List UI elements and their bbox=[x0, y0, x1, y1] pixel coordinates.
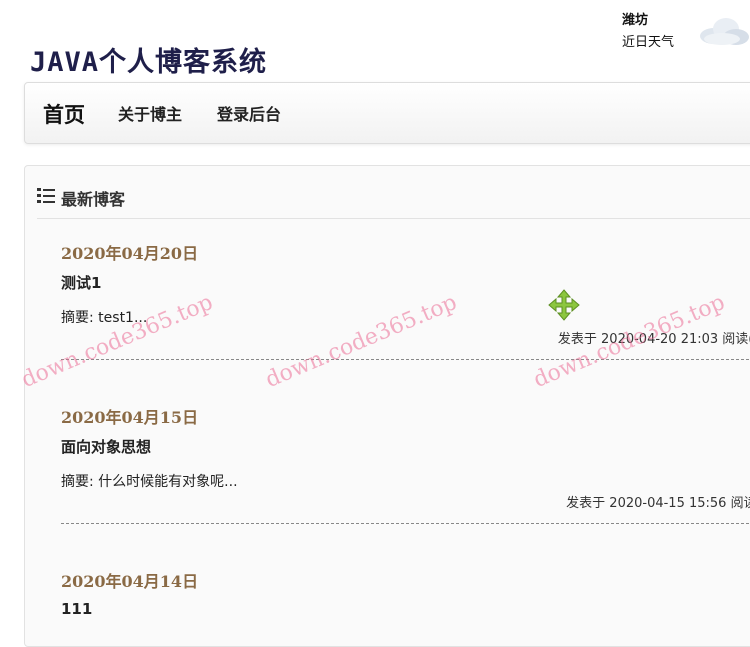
post-date: 2020年04月20日 bbox=[61, 244, 199, 263]
site-logo[interactable]: JAVA个人博客系统 bbox=[30, 40, 267, 79]
post-summary: 摘要: test1... bbox=[61, 310, 148, 326]
blog-entry: 2020年04月14日 111 bbox=[61, 568, 750, 618]
nav-home[interactable]: 首页 bbox=[43, 99, 85, 129]
entry-separator bbox=[61, 359, 750, 360]
post-meta: 发表于 2020-04-15 15:56 阅读(4) bbox=[566, 496, 750, 511]
weather-widget: 潍坊 近日天气 bbox=[622, 10, 674, 54]
move-cursor-icon bbox=[548, 289, 580, 321]
latest-blogs-panel: 最新博客 2020年04月20日 测试1 摘要: test1... 发表于 20… bbox=[24, 165, 750, 647]
post-date: 2020年04月14日 bbox=[61, 572, 199, 591]
entry-separator bbox=[61, 523, 750, 524]
panel-header: 最新博客 bbox=[37, 184, 750, 219]
post-date: 2020年04月15日 bbox=[61, 408, 199, 427]
panel-title: 最新博客 bbox=[61, 190, 126, 209]
post-title[interactable]: 测试1 bbox=[61, 272, 750, 293]
post-title[interactable]: 面向对象思想 bbox=[61, 436, 750, 457]
blog-entry: 2020年04月15日 面向对象思想 摘要: 什么时候能有对象呢... 发表于 … bbox=[61, 404, 750, 524]
blog-entry: 2020年04月20日 测试1 摘要: test1... 发表于 2020-04… bbox=[61, 240, 750, 360]
list-icon bbox=[37, 188, 55, 203]
nav-about-blogger[interactable]: 关于博主 bbox=[118, 101, 182, 125]
post-meta: 发表于 2020-04-20 21:03 阅读(29) bbox=[557, 332, 750, 347]
post-summary: 摘要: 什么时候能有对象呢... bbox=[61, 474, 238, 490]
cloud-icon bbox=[700, 18, 749, 45]
weather-city: 潍坊 bbox=[622, 13, 649, 28]
main-navbar: 首页 关于博主 登录后台 bbox=[24, 82, 750, 144]
nav-admin-login[interactable]: 登录后台 bbox=[217, 101, 281, 125]
post-title[interactable]: 111 bbox=[61, 600, 750, 618]
weather-label: 近日天气 bbox=[622, 35, 675, 50]
